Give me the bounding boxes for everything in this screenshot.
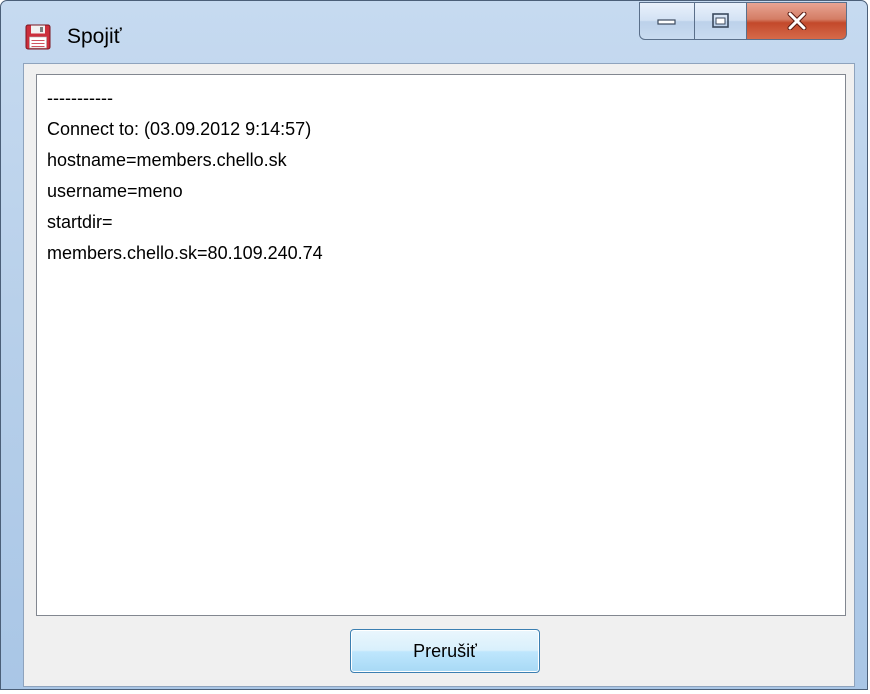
minimize-icon — [657, 19, 676, 25]
log-line: username=meno — [47, 181, 183, 201]
log-line: Connect to: (03.09.2012 9:14:57) — [47, 119, 312, 139]
dialog-client-area: ----------- Connect to: (03.09.2012 9:14… — [23, 63, 855, 687]
caption-buttons — [639, 2, 847, 42]
minimize-button[interactable] — [639, 2, 695, 40]
connection-log-textbox[interactable]: ----------- Connect to: (03.09.2012 9:14… — [36, 74, 846, 616]
abort-button[interactable]: Prerušiť — [350, 629, 540, 673]
maximize-button[interactable] — [695, 2, 747, 40]
log-line: startdir= — [47, 212, 113, 232]
log-line: members.chello.sk=80.109.240.74 — [47, 243, 323, 263]
floppy-disk-icon — [25, 24, 51, 50]
close-icon — [787, 12, 806, 30]
log-line: ----------- — [47, 88, 113, 108]
maximize-icon — [711, 13, 729, 28]
window-title: Spojiť — [67, 25, 122, 48]
log-line: hostname=members.chello.sk — [47, 150, 287, 170]
close-button[interactable] — [747, 2, 847, 40]
connect-dialog-window: Spojiť ----------- Connect to: (03.09.20… — [0, 0, 868, 690]
title-bar[interactable]: Spojiť — [1, 1, 867, 63]
